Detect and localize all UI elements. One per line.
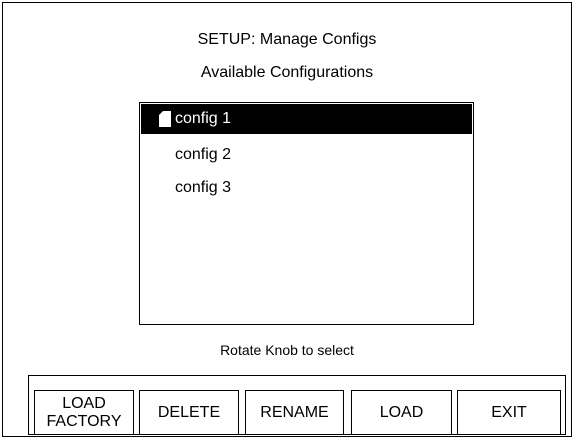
list-item-label: config 2: [175, 146, 232, 163]
list-item-label: config 3: [175, 179, 232, 196]
list-item-label: config 1: [175, 110, 232, 127]
list-item-config-1[interactable]: config 1: [141, 104, 472, 134]
load-factory-button[interactable]: LOAD FACTORY: [34, 390, 134, 435]
setup-screen: SETUP: Manage Configs Available Configur…: [2, 2, 572, 437]
rename-button[interactable]: RENAME: [245, 390, 344, 435]
list-item-config-2[interactable]: config 2: [141, 140, 472, 170]
list-heading: Available Configurations: [200, 64, 374, 81]
delete-button[interactable]: DELETE: [139, 390, 239, 435]
page-title: SETUP: Manage Configs: [197, 31, 377, 48]
load-button[interactable]: LOAD: [351, 390, 452, 435]
softkey-bar: LOAD FACTORY DELETE RENAME LOAD EXIT: [28, 375, 566, 435]
list-item-config-3[interactable]: config 3: [141, 173, 472, 203]
instruction-text: Rotate Knob to select: [220, 342, 354, 358]
config-list[interactable]: config 1 config 2 config 3: [139, 102, 474, 325]
file-icon: [159, 111, 171, 127]
exit-button[interactable]: EXIT: [457, 390, 561, 435]
